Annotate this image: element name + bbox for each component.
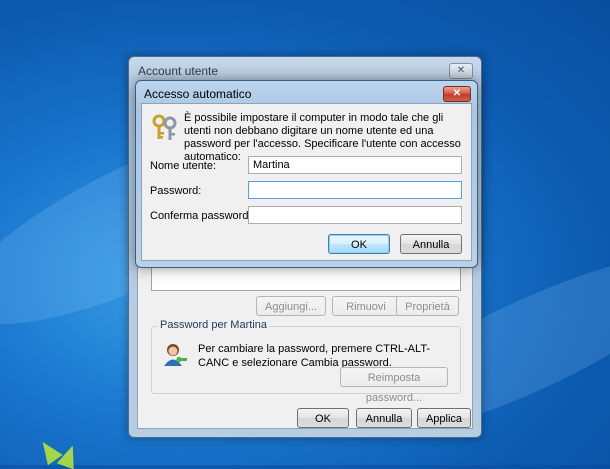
close-button[interactable]: ✕ — [449, 63, 473, 79]
dialog-close-button[interactable]: ✕ — [443, 86, 471, 102]
password-field[interactable] — [248, 181, 462, 199]
users-list[interactable] — [151, 268, 461, 291]
wallpaper-leaf — [56, 442, 82, 469]
keys-icon — [152, 114, 177, 140]
add-button[interactable]: Aggiungi... — [256, 296, 326, 316]
cancel-button[interactable]: Annulla — [356, 408, 412, 428]
dialog-title: Accesso automatico — [144, 87, 252, 101]
properties-button[interactable]: Proprietà — [396, 296, 459, 316]
username-field[interactable] — [248, 156, 462, 174]
dialog-cancel-button[interactable]: Annulla — [400, 234, 462, 254]
window-title: Account utente — [138, 64, 219, 78]
ok-button[interactable]: OK — [297, 408, 349, 428]
dialog-ok-button[interactable]: OK — [328, 234, 390, 254]
username-label: Nome utente: — [150, 160, 217, 172]
remove-button[interactable]: Rimuovi — [332, 296, 400, 316]
confirm-password-field[interactable] — [248, 206, 462, 224]
apply-button[interactable]: Applica — [417, 408, 471, 428]
password-group: Password per Martina Per cambiare la pas… — [151, 319, 461, 404]
auto-login-dialog: Accesso automatico ✕ È possibile imposta… — [135, 80, 478, 268]
password-group-title: Password per Martina — [158, 319, 269, 331]
confirm-password-label: Conferma password: — [150, 210, 252, 222]
reset-password-button[interactable]: Reimposta password... — [340, 367, 448, 404]
password-label: Password: — [150, 185, 202, 197]
password-group-text: Per cambiare la password, premere CTRL-A… — [198, 343, 431, 369]
user-key-icon — [164, 344, 187, 366]
dialog-body: È possibile impostare il computer in mod… — [141, 103, 472, 261]
